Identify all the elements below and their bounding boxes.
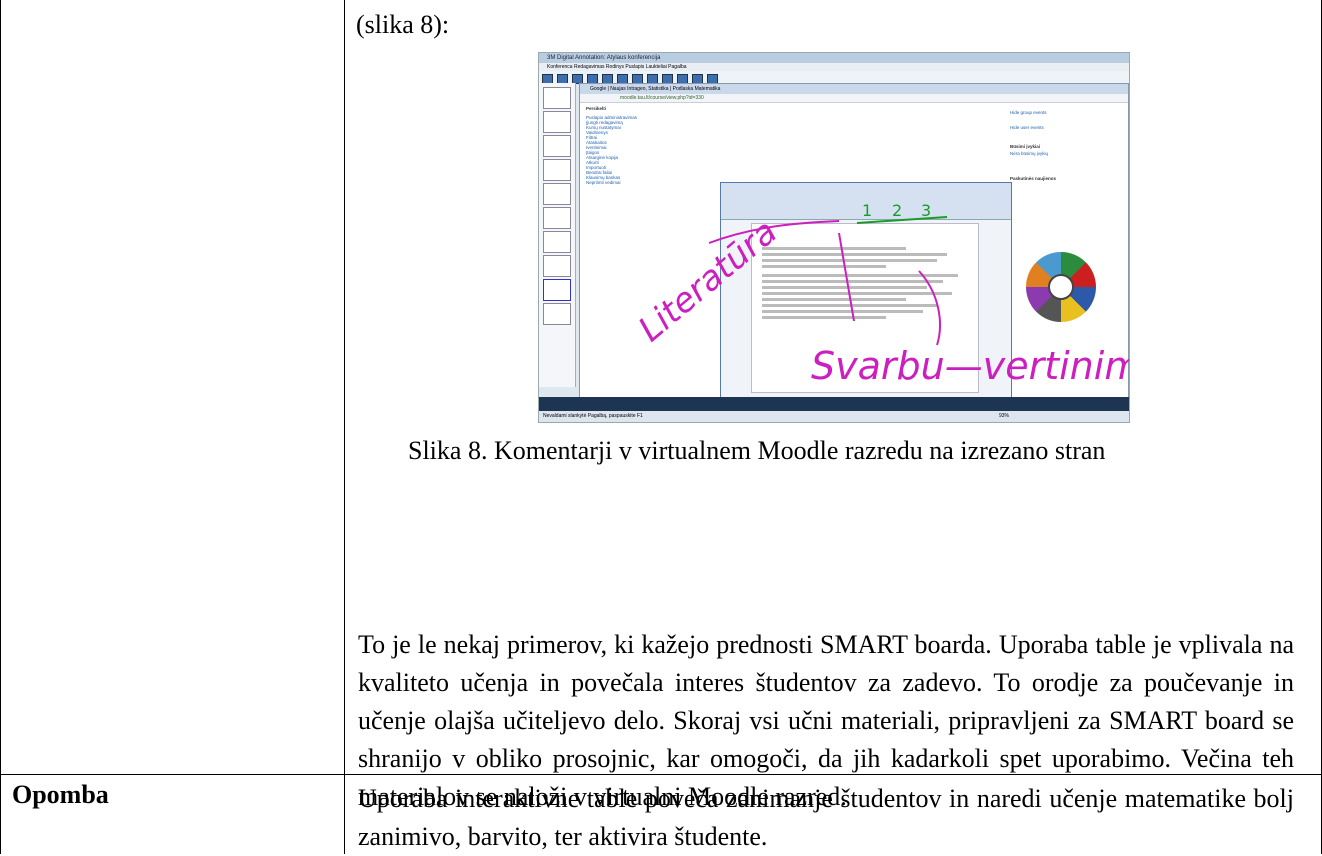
handwriting-annotations: Literatūra Svarbu—vertinimas 1 2 3 <box>631 201 1129 388</box>
handwriting-number-3: 3 <box>921 201 931 220</box>
table-column-divider <box>344 0 345 854</box>
note-label: Opomba <box>12 780 109 809</box>
table-left-border <box>0 0 1 854</box>
handwriting-number-2: 2 <box>892 201 902 220</box>
handwriting-svarbu: Svarbu—vertinimas <box>811 344 1129 388</box>
figure-caption: Slika 8. Komentarji v virtualnem Moodle … <box>408 436 1106 465</box>
moodle-screenshot-figure: 3M Digital Annotation: Atylaus konferenc… <box>538 52 1130 423</box>
figure-reference: (slika 8): <box>356 10 450 39</box>
handwriting-literatura: Literatūra <box>631 212 785 350</box>
note-text: Uporaba interaktivne table poveča zanima… <box>358 784 1294 851</box>
handwriting-number-1: 1 <box>862 201 872 220</box>
